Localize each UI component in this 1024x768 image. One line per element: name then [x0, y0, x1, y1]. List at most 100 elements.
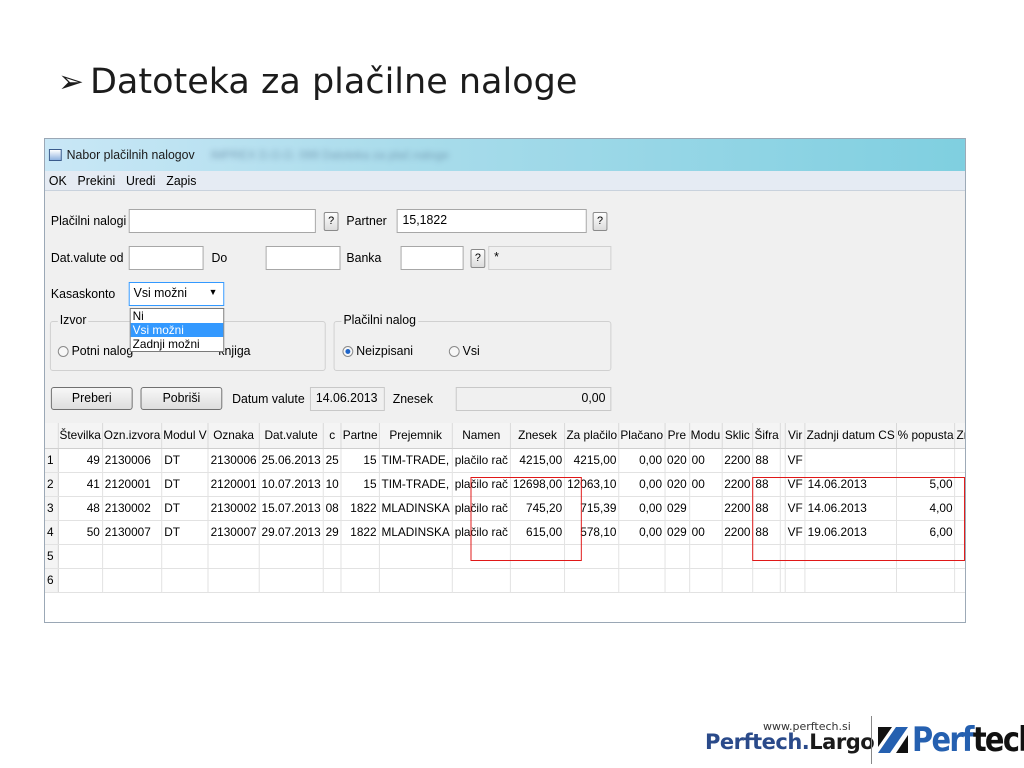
column-header[interactable]: Vir [785, 423, 806, 449]
dat-valute-do-input[interactable] [265, 246, 341, 270]
table-cell[interactable] [752, 544, 781, 569]
table-cell[interactable]: 1822 [341, 496, 380, 521]
table-cell[interactable]: 2130006 [102, 448, 163, 473]
table-cell[interactable]: 88 [752, 472, 781, 497]
table-row[interactable]: 3 48 2130002 DT 2130002 15.07.2013 08 1822 MLADI… [44, 496, 965, 521]
table-cell[interactable]: 50 [57, 520, 103, 545]
table-cell[interactable]: 88 [752, 448, 781, 473]
table-cell[interactable] [721, 568, 754, 593]
table-cell[interactable]: 15 [341, 448, 380, 473]
placilni-nalogi-help-button[interactable]: ? [323, 212, 339, 231]
table-cell[interactable]: 634,90 [955, 472, 965, 497]
table-cell[interactable] [452, 568, 511, 593]
row-number[interactable]: 2 [44, 472, 59, 497]
table-cell[interactable]: 020 [664, 448, 690, 473]
table-cell[interactable] [721, 544, 754, 569]
table-cell[interactable] [259, 568, 324, 593]
row-number[interactable]: 5 [44, 544, 59, 569]
table-cell[interactable]: 2200 [721, 496, 754, 521]
table-cell[interactable] [955, 544, 965, 569]
table-cell[interactable]: 36,90 [955, 520, 965, 545]
table-cell[interactable]: 2130006 [208, 448, 260, 473]
table-cell[interactable]: 2120001 [208, 472, 260, 497]
table-cell[interactable] [379, 568, 453, 593]
table-row[interactable]: 2 41 2120001 DT 2120001 10.07.2013 10 15 TIM-TRA… [44, 472, 965, 497]
table-cell[interactable]: 1822 [341, 520, 380, 545]
column-header[interactable]: Pre [664, 423, 690, 449]
table-cell[interactable] [564, 568, 620, 593]
table-cell[interactable]: DT [161, 472, 209, 497]
table-cell[interactable] [57, 544, 103, 569]
pobrisi-button[interactable]: Pobriši [140, 387, 223, 410]
table-cell[interactable]: 48 [57, 496, 103, 521]
table-cell[interactable] [102, 568, 163, 593]
table-cell[interactable] [259, 544, 324, 569]
column-header[interactable]: Sklic [721, 423, 754, 449]
table-cell[interactable]: 2200 [721, 472, 754, 497]
kasaskonto-option-ni[interactable]: Ni [131, 309, 224, 323]
banka-input[interactable] [400, 246, 464, 270]
table-cell[interactable]: 6,00 [896, 520, 956, 545]
table-cell[interactable]: 15.07.2013 [259, 496, 324, 521]
table-cell[interactable]: plačilo rač [452, 520, 511, 545]
table-cell[interactable] [752, 568, 781, 593]
table-cell[interactable] [208, 568, 260, 593]
table-cell[interactable]: 29,81 [955, 496, 965, 521]
table-cell[interactable] [805, 544, 897, 569]
table-cell[interactable]: VF [785, 520, 806, 545]
menu-zapis[interactable]: Zapis [166, 174, 196, 188]
table-cell[interactable]: 29 [323, 520, 342, 545]
menu-ok[interactable]: OK [49, 174, 67, 188]
table-cell[interactable] [510, 544, 566, 569]
table-cell[interactable] [955, 448, 965, 473]
chevron-down-icon[interactable]: ▼ [209, 287, 218, 297]
table-cell[interactable]: 14.06.2013 [805, 472, 897, 497]
column-header[interactable]: Zadnji datum CS [805, 423, 897, 449]
table-cell[interactable]: 2130002 [208, 496, 260, 521]
table-cell[interactable]: plačilo rač [452, 472, 511, 497]
row-number[interactable]: 1 [44, 448, 59, 473]
table-cell[interactable]: TIM-TRADE, [379, 472, 453, 497]
column-header[interactable]: Plačano [618, 423, 666, 449]
table-cell[interactable] [896, 568, 956, 593]
table-cell[interactable]: 0,00 [618, 496, 666, 521]
table-cell[interactable]: 14.06.2013 [805, 496, 897, 521]
table-cell[interactable]: 08 [323, 496, 342, 521]
table-cell[interactable]: 0,00 [618, 472, 666, 497]
table-cell[interactable] [57, 568, 103, 593]
kasaskonto-option-vsi-mozni[interactable]: Vsi možni [130, 323, 224, 337]
column-header[interactable]: % popusta [896, 423, 956, 449]
radio-vsi[interactable]: Vsi [448, 344, 480, 358]
kasaskonto-select[interactable]: Vsi možni ▼ [128, 282, 225, 306]
table-cell[interactable]: 10.07.2013 [259, 472, 324, 497]
table-cell[interactable]: 2200 [721, 520, 754, 545]
table-cell[interactable]: MLADINSKA [379, 520, 453, 545]
table-cell[interactable] [452, 544, 511, 569]
table-cell[interactable]: 88 [752, 520, 781, 545]
column-header[interactable]: Modul V [161, 423, 209, 449]
column-header[interactable]: Znesek [510, 423, 566, 449]
column-header[interactable]: Dat.valute [259, 423, 324, 449]
table-cell[interactable]: 2120001 [102, 472, 163, 497]
column-header[interactable]: Partne [341, 423, 380, 449]
table-cell[interactable] [664, 568, 690, 593]
table-cell[interactable]: 578,10 [564, 520, 620, 545]
table-cell[interactable]: 2200 [721, 448, 754, 473]
row-number[interactable]: 6 [44, 568, 59, 593]
table-cell[interactable]: 2130007 [102, 520, 163, 545]
table-cell[interactable]: 25.06.2013 [259, 448, 324, 473]
table-cell[interactable]: 88 [752, 496, 781, 521]
table-cell[interactable]: 029 [664, 496, 690, 521]
table-cell[interactable]: 19.06.2013 [805, 520, 897, 545]
table-cell[interactable]: 5,00 [896, 472, 956, 497]
table-cell[interactable]: 00 [689, 472, 723, 497]
column-header[interactable]: Oznaka [208, 423, 260, 449]
table-row[interactable]: 4 50 2130007 DT 2130007 29.07.2013 29 1822 MLADI… [44, 520, 965, 545]
table-cell[interactable]: 4215,00 [510, 448, 566, 473]
row-number[interactable]: 3 [44, 496, 59, 521]
placilni-nalogi-input[interactable] [128, 209, 316, 233]
table-cell[interactable] [618, 568, 666, 593]
table-cell[interactable] [323, 568, 342, 593]
table-row[interactable]: 1 49 2130006 DT 2130006 25.06.2013 25 15 TIM-TRA… [44, 448, 965, 473]
table-cell[interactable] [341, 544, 380, 569]
